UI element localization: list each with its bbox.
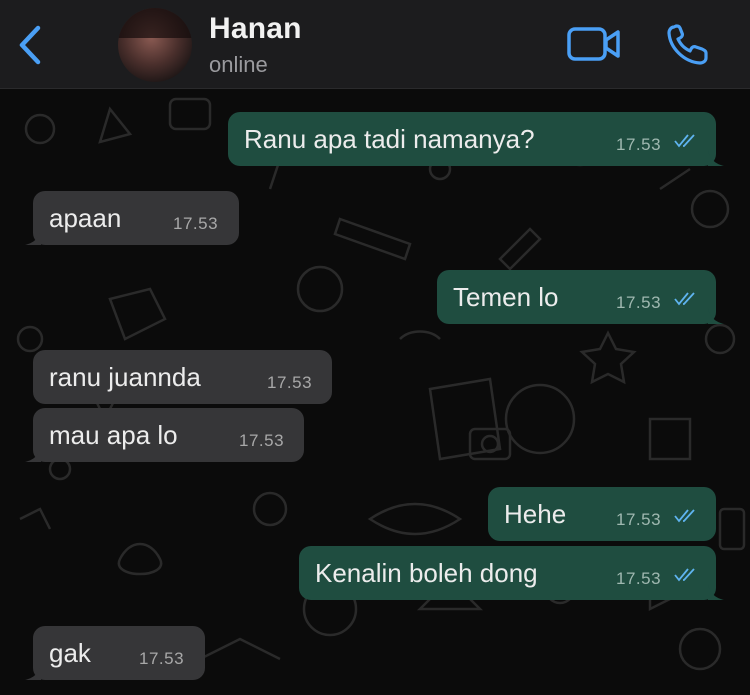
avatar[interactable] xyxy=(118,8,192,82)
contact-name[interactable]: Hanan xyxy=(209,12,302,46)
message-time: 17.53 xyxy=(616,293,662,312)
message-bubble-incoming[interactable]: mau apa lo 17.53 xyxy=(25,408,304,462)
message-time: 17.53 xyxy=(616,569,662,588)
message-text: Temen lo xyxy=(453,282,559,312)
bubble-tail xyxy=(708,308,724,324)
read-receipt-icon xyxy=(674,509,695,523)
video-call-button[interactable] xyxy=(566,26,622,62)
message-bubble-outgoing[interactable]: Kenalin boleh dong 17.53 xyxy=(299,546,724,600)
message-text: Ranu apa tadi namanya? xyxy=(244,124,535,154)
message-list[interactable]: Ranu apa tadi namanya? 17.53 apaan 17.53… xyxy=(0,89,750,695)
message-time: 17.53 xyxy=(616,135,662,154)
message-text: apaan xyxy=(49,203,122,233)
chevron-left-icon xyxy=(19,25,41,65)
message-text: ranu juannda xyxy=(49,362,201,392)
bubble-tail xyxy=(708,150,724,166)
message-text: Hehe xyxy=(504,499,567,529)
chat-header: Hanan online xyxy=(0,0,750,89)
message-text: mau apa lo xyxy=(49,420,178,450)
phone-icon xyxy=(667,24,708,65)
bubble-tail xyxy=(25,229,41,245)
message-time: 17.53 xyxy=(173,214,219,233)
bubble-tail xyxy=(25,446,41,462)
message-text: Kenalin boleh dong xyxy=(315,558,538,588)
message-bubble-incoming[interactable]: gak 17.53 xyxy=(25,626,205,680)
message-time: 17.53 xyxy=(616,510,662,529)
read-receipt-icon xyxy=(674,134,695,148)
read-receipt-icon xyxy=(674,292,695,306)
read-receipt-icon xyxy=(674,568,695,582)
back-button[interactable] xyxy=(14,22,48,68)
bubble-tail xyxy=(708,584,724,600)
message-bubble-outgoing[interactable]: Hehe 17.53 xyxy=(488,487,716,541)
bubble-tail xyxy=(25,664,41,680)
message-bubble-outgoing[interactable]: Temen lo 17.53 xyxy=(437,270,724,324)
message-time: 17.53 xyxy=(239,431,285,450)
message-bubble-outgoing[interactable]: Ranu apa tadi namanya? 17.53 xyxy=(228,112,724,166)
contact-status: online xyxy=(209,52,268,77)
video-camera-icon xyxy=(567,27,620,61)
message-text: gak xyxy=(49,638,91,668)
message-time: 17.53 xyxy=(267,373,313,392)
voice-call-button[interactable] xyxy=(666,22,712,66)
message-bubble-incoming[interactable]: apaan 17.53 xyxy=(25,191,239,245)
message-bubble-incoming[interactable]: ranu juannda 17.53 xyxy=(33,350,332,404)
message-time: 17.53 xyxy=(139,649,185,668)
